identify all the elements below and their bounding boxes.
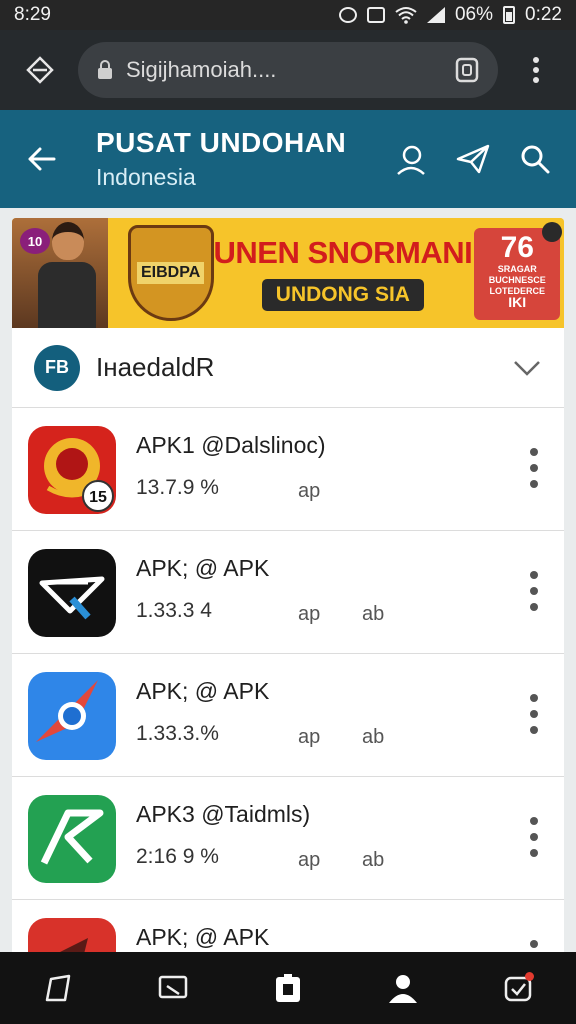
app-header: PUSAT UNDOHAN Indonesia xyxy=(0,110,576,208)
list-item[interactable]: APK; @ APK 1.33.3 4‍ ap ab xyxy=(12,531,564,654)
page-subtitle: Indonesia xyxy=(96,164,196,190)
home-icon xyxy=(45,974,70,1002)
download-box-icon xyxy=(275,974,300,1002)
paper-plane-icon xyxy=(28,549,116,637)
category-dropdown[interactable]: FB ІнaedaldR xyxy=(12,328,564,408)
account-button[interactable] xyxy=(386,134,436,184)
app-meta: ab xyxy=(362,603,385,625)
app-name: APK; @ APK xyxy=(136,555,270,581)
arrow-a-icon xyxy=(28,795,116,883)
banner-promo: 76 SRAGAR BUCHNESCE LOTEDERCE IKI xyxy=(472,218,564,328)
promo-box: 76 SRAGAR BUCHNESCE LOTEDERCE IKI xyxy=(474,228,561,320)
search-icon xyxy=(521,145,550,174)
app-version: 1.33.3 4‍ xyxy=(136,599,212,622)
battery-icon xyxy=(503,6,516,24)
shield-text: EIBDPA xyxy=(136,262,205,284)
status-time: 8:29 xyxy=(14,4,51,25)
app-version: 1.33.3.% xyxy=(136,722,219,745)
search-button[interactable] xyxy=(510,134,560,184)
app-notification-icon xyxy=(366,7,385,23)
app-meta: ap xyxy=(298,849,321,871)
banner-headline: UNEN SNORMANI xyxy=(213,235,473,270)
cat-logo-icon xyxy=(542,222,562,242)
more-options-icon[interactable] xyxy=(528,571,540,611)
lock-icon xyxy=(98,60,112,79)
app-version: 13.7.9 % xyxy=(136,476,219,499)
app-name: APK3 @Taidmls) xyxy=(136,801,311,827)
more-options-icon[interactable] xyxy=(528,694,540,734)
browser-toolbar: Sigijhamoiah.... xyxy=(0,30,576,110)
banner-person-image: 10 xyxy=(12,218,108,328)
diamond-arrows-icon xyxy=(26,56,54,84)
sync-icon xyxy=(338,7,357,23)
chevron-down-icon xyxy=(512,353,542,383)
back-arrow-icon xyxy=(28,147,56,171)
status-bar: 8:29 06% 0:22 xyxy=(0,0,576,30)
promo-banner[interactable]: 10 EIBDPA UNEN SNORMANI UNDONG SIA 76 SR… xyxy=(12,218,564,328)
url-text: Sigijhamoiah.... xyxy=(126,57,277,82)
list-item[interactable]: APK3 @Taidmls) 2:16 9 % ap ab xyxy=(12,777,564,900)
app-meta: ab xyxy=(362,849,385,871)
more-options-icon[interactable] xyxy=(528,817,540,857)
dropdown-label: ІнaedaldR xyxy=(96,352,215,382)
shield-emblem: EIBDPA xyxy=(127,225,214,321)
app-name: APK; @ APK xyxy=(136,678,270,704)
app-meta: ap xyxy=(298,726,321,748)
nav-browse[interactable] xyxy=(143,958,203,1018)
signal-icon xyxy=(426,7,445,23)
nav-home[interactable] xyxy=(28,958,88,1018)
status-clock-right: 0:22 xyxy=(525,4,562,25)
list-item[interactable]: 15 APK1 @Dalslinoc) 13.7.9 % ap xyxy=(12,408,564,531)
battery-percent: 06% xyxy=(454,4,494,25)
status-icons: 06% 0:22 xyxy=(338,4,562,26)
paper-plane-icon xyxy=(456,144,490,174)
wifi-icon xyxy=(395,7,417,24)
compass-icon xyxy=(28,672,116,760)
dropdown-avatar: FB xyxy=(34,344,80,391)
banner-badge: 10 xyxy=(20,228,50,254)
app-name: APK; @ APK xyxy=(136,924,270,950)
nav-profile[interactable] xyxy=(373,958,433,1018)
app-meta: ab xyxy=(362,726,385,748)
header-titles: PUSAT UNDOHAN Indonesia xyxy=(66,126,374,192)
more-vertical-icon xyxy=(533,57,539,83)
user-search-icon xyxy=(397,145,425,175)
person-head xyxy=(52,222,84,260)
promo-number: 76 xyxy=(500,231,534,264)
banner-subline: UNDONG SIA xyxy=(261,279,424,311)
app-list-card: FB ІнaedaldR 15 APK1 @Dalslinoc) 13.7.9 … xyxy=(12,328,564,968)
promo-line: SRAGAR xyxy=(497,264,537,274)
emblem-icon: 15 xyxy=(28,426,116,514)
person-icon xyxy=(389,975,418,1003)
back-button[interactable] xyxy=(16,134,66,184)
browser-home-button[interactable] xyxy=(16,46,64,94)
person-body xyxy=(38,262,96,328)
list-item[interactable]: APK; @ APK 1.33.3.% ap ab xyxy=(12,654,564,777)
more-options-icon[interactable] xyxy=(528,448,540,488)
promo-line: BUCHNESCE xyxy=(488,275,546,285)
url-bar[interactable]: Sigijhamoiah.... xyxy=(78,42,498,98)
send-button[interactable] xyxy=(448,134,498,184)
page-title: PUSAT UNDOHAN xyxy=(96,127,347,158)
nav-notifications[interactable] xyxy=(488,958,548,1018)
app-name: APK1 @Dalslinoc) xyxy=(136,432,326,458)
nav-downloads[interactable] xyxy=(258,958,318,1018)
tabs-icon[interactable] xyxy=(454,56,480,84)
banner-copy: UNEN SNORMANI UNDONG SIA xyxy=(214,235,473,311)
message-icon xyxy=(158,975,188,999)
app-badge: 15 xyxy=(89,489,107,506)
promo-tag: IKI xyxy=(508,294,527,310)
bottom-navigation xyxy=(0,952,576,1024)
browser-menu-button[interactable] xyxy=(512,46,560,94)
app-meta: ap xyxy=(298,603,321,625)
app-meta: ap xyxy=(298,480,321,502)
app-version: 2:16 9 % xyxy=(136,845,219,868)
